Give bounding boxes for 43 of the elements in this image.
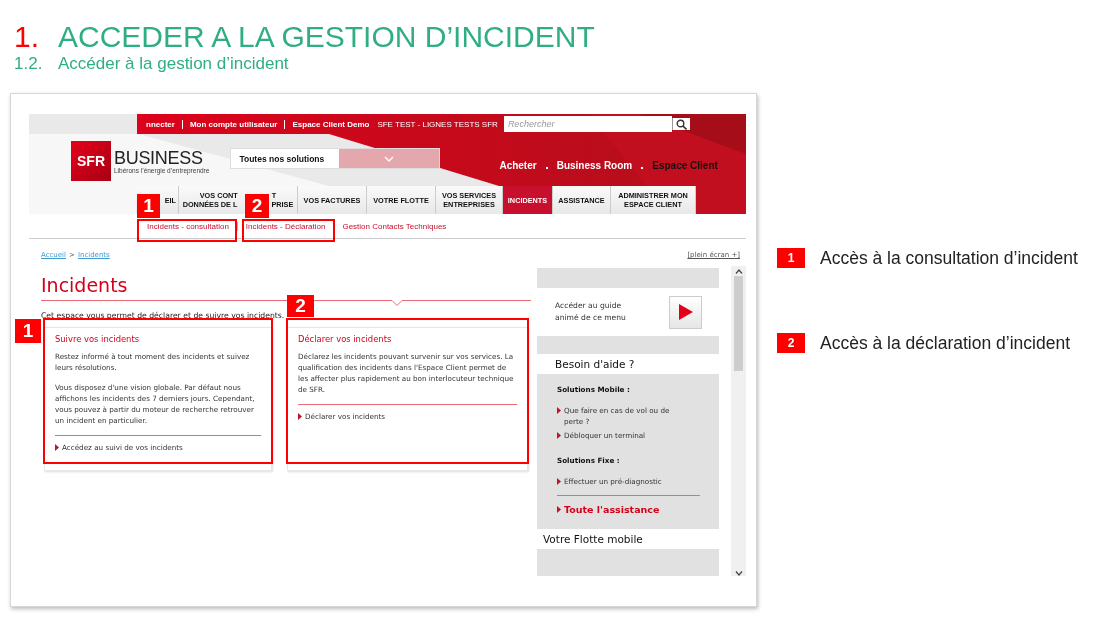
subnav-link[interactable]: Gestion Contacts Techniques (342, 221, 447, 231)
number-badge: 1 (15, 319, 41, 343)
number-badge: 1 (137, 194, 160, 218)
account-name: SFE TEST - LIGNES TESTS SFR (377, 119, 498, 129)
triangle-icon (557, 431, 561, 439)
header-link[interactable]: Business Room (556, 160, 633, 171)
legend-text: Accès à la déclaration d’incident (820, 332, 1070, 354)
triangle-icon (557, 406, 561, 414)
section-number: 1. (14, 20, 41, 54)
subnav-link[interactable]: Incidents - Déclaration (245, 221, 326, 231)
chevron-down-icon (384, 155, 395, 162)
page-title: Incidents (41, 273, 129, 298)
search-field[interactable]: Rechercher (503, 116, 672, 132)
play-icon (677, 303, 694, 321)
chevron-up-icon[interactable] (734, 269, 743, 274)
card-title: Suivre vos incidents (55, 334, 141, 345)
number-badge: 2 (777, 333, 805, 353)
subsection-number: 1.2. (14, 54, 44, 74)
panel-heading: Besoin d'aide ? (537, 354, 719, 374)
number-badge: 2 (287, 295, 314, 317)
chevron-down-icon[interactable] (734, 571, 743, 576)
slide-title: ACCEDER A LA GESTION D’INCIDENT (58, 20, 595, 54)
subnav-link[interactable]: Incidents - consultation (147, 221, 229, 231)
solutions-dropdown[interactable]: Toutes nos solutions (230, 148, 441, 169)
legend-text: Accès à la consultation d’incident (820, 247, 1078, 269)
play-button[interactable] (669, 295, 702, 329)
number-badge: 2 (245, 194, 269, 218)
assistance-link[interactable]: Toute l'assistance (564, 504, 660, 515)
panel-heading: Votre Flotte mobile (537, 529, 719, 549)
top-link[interactable]: Espace Client Demo (292, 119, 370, 129)
triangle-icon (557, 506, 561, 513)
header-link[interactable]: Acheter (499, 160, 537, 171)
top-link[interactable]: nnecter (146, 119, 175, 129)
number-badge: 1 (777, 248, 805, 268)
top-link[interactable]: Mon compte utilisateur (189, 119, 278, 129)
card-title: Déclarer vos incidents (298, 334, 393, 345)
triangle-icon (557, 477, 561, 485)
search-icon[interactable] (675, 118, 687, 130)
scrollbar[interactable] (731, 266, 746, 576)
slide-subtitle: Accéder à la gestion d’incident (58, 54, 289, 74)
triangle-icon (298, 413, 302, 420)
triangle-icon (55, 444, 59, 451)
scrollbar-thumb[interactable] (734, 276, 743, 371)
